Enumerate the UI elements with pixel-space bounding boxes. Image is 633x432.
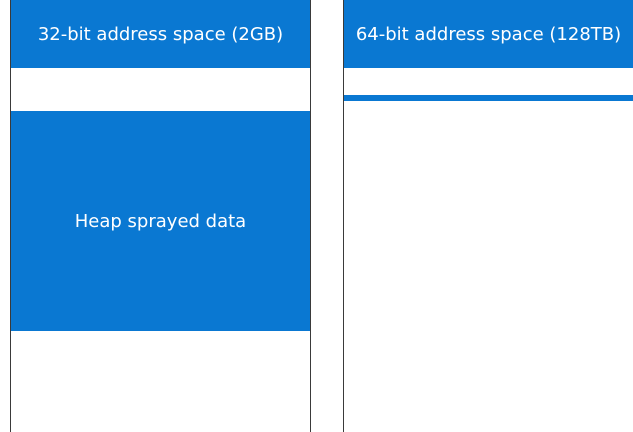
address-space-32bit-title: 32-bit address space (2GB) (37, 23, 284, 45)
address-space-64bit-panel: 64-bit address space (128TB) (343, 0, 633, 432)
address-space-64bit-header: 64-bit address space (128TB) (344, 0, 633, 68)
address-space-32bit-panel: 32-bit address space (2GB) Heap sprayed … (10, 0, 311, 432)
address-space-64bit-title: 64-bit address space (128TB) (355, 23, 622, 45)
heap-sprayed-data-label: Heap sprayed data (74, 210, 247, 232)
heap-sprayed-data-block: Heap sprayed data (11, 111, 310, 331)
heap-sprayed-data-strip (344, 95, 633, 101)
address-space-32bit-header: 32-bit address space (2GB) (11, 0, 310, 68)
